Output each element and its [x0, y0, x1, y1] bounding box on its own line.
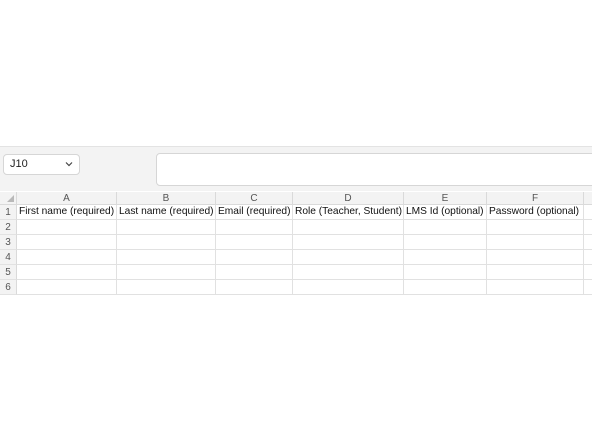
row-header-2[interactable]: 2 — [0, 220, 17, 235]
row-header-1[interactable]: 1 — [0, 205, 17, 220]
cell-d5[interactable] — [293, 265, 404, 280]
column-header-e[interactable]: E — [404, 192, 487, 205]
cell-c3[interactable] — [216, 235, 293, 250]
chevron-down-icon[interactable] — [63, 158, 75, 170]
select-all-triangle-icon — [7, 195, 14, 202]
cell-e5[interactable] — [404, 265, 487, 280]
cell-f6[interactable] — [487, 280, 584, 295]
formula-toolbar: J10 — [0, 146, 592, 191]
column-header-b[interactable]: B — [117, 192, 216, 205]
formula-bar[interactable] — [156, 153, 592, 186]
cell-overflow-4[interactable] — [584, 250, 592, 265]
cell-b3[interactable] — [117, 235, 216, 250]
cell-c1[interactable]: Email (required) — [216, 205, 293, 220]
cell-f2[interactable] — [487, 220, 584, 235]
cell-a1[interactable]: First name (required) — [17, 205, 117, 220]
column-header-c[interactable]: C — [216, 192, 293, 205]
cell-d1[interactable]: Role (Teacher, Student) — [293, 205, 404, 220]
row-header-3[interactable]: 3 — [0, 235, 17, 250]
cell-overflow-1[interactable] — [584, 205, 592, 220]
row-header-6[interactable]: 6 — [0, 280, 17, 295]
cell-b4[interactable] — [117, 250, 216, 265]
cell-d2[interactable] — [293, 220, 404, 235]
column-header-f[interactable]: F — [487, 192, 584, 205]
cell-e1[interactable]: LMS Id (optional) — [404, 205, 487, 220]
cell-e4[interactable] — [404, 250, 487, 265]
cell-d3[interactable] — [293, 235, 404, 250]
cell-c4[interactable] — [216, 250, 293, 265]
cell-overflow-2[interactable] — [584, 220, 592, 235]
cell-f3[interactable] — [487, 235, 584, 250]
cell-a6[interactable] — [17, 280, 117, 295]
cell-overflow-5[interactable] — [584, 265, 592, 280]
cell-a2[interactable] — [17, 220, 117, 235]
column-header-a[interactable]: A — [17, 192, 117, 205]
cell-d4[interactable] — [293, 250, 404, 265]
name-box[interactable]: J10 — [3, 154, 80, 175]
cell-b1[interactable]: Last name (required) — [117, 205, 216, 220]
row-header-4[interactable]: 4 — [0, 250, 17, 265]
name-box-value: J10 — [10, 158, 28, 170]
cell-f5[interactable] — [487, 265, 584, 280]
cell-c6[interactable] — [216, 280, 293, 295]
cell-e3[interactable] — [404, 235, 487, 250]
cell-a5[interactable] — [17, 265, 117, 280]
cell-e2[interactable] — [404, 220, 487, 235]
cell-e6[interactable] — [404, 280, 487, 295]
cell-a3[interactable] — [17, 235, 117, 250]
cell-c5[interactable] — [216, 265, 293, 280]
cell-overflow-3[interactable] — [584, 235, 592, 250]
row-header-5[interactable]: 5 — [0, 265, 17, 280]
cell-b6[interactable] — [117, 280, 216, 295]
select-all-corner[interactable] — [0, 192, 17, 205]
cell-b2[interactable] — [117, 220, 216, 235]
cell-overflow-6[interactable] — [584, 280, 592, 295]
column-header-d[interactable]: D — [293, 192, 404, 205]
cell-a4[interactable] — [17, 250, 117, 265]
cell-c2[interactable] — [216, 220, 293, 235]
cell-d6[interactable] — [293, 280, 404, 295]
cell-f4[interactable] — [487, 250, 584, 265]
column-header-overflow[interactable] — [584, 192, 592, 205]
cell-f1[interactable]: Password (optional) — [487, 205, 584, 220]
cell-b5[interactable] — [117, 265, 216, 280]
